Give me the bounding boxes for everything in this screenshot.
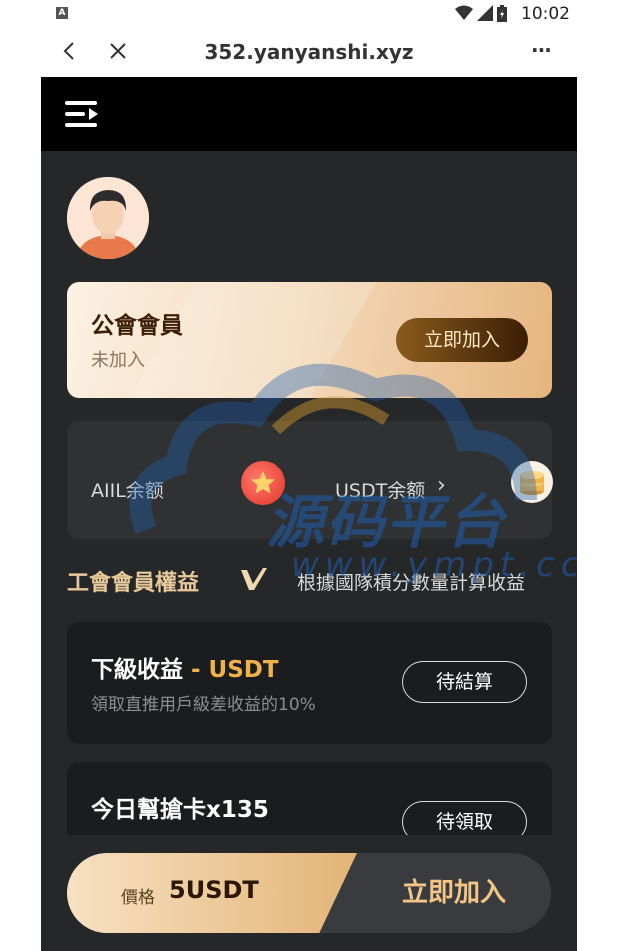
member-status: 未加入	[91, 350, 145, 371]
card-shine	[121, 282, 383, 398]
status-icons	[455, 4, 507, 22]
price-label: 價格	[121, 888, 155, 908]
benefit-card-subordinate-income: 下級收益 - USDT 領取直推用戶級差收益的10% 待結算	[67, 622, 552, 744]
join-now-button[interactable]: 立即加入	[396, 318, 528, 362]
battery-icon	[497, 4, 507, 22]
url-title: 352.yanyanshi.xyz	[204, 40, 414, 64]
left-margin	[0, 0, 41, 951]
phone-screen: A 10:02 352.yanyanshi.xyz ··· 公會會員 未加入 立…	[41, 0, 577, 951]
balance-card: AIIL余额 USDT余额 ›	[67, 421, 553, 539]
app-header	[41, 77, 577, 151]
guild-member-card: 公會會員 未加入 立即加入	[67, 282, 552, 398]
right-margin	[577, 0, 619, 951]
usdt-coin-icon	[511, 461, 553, 503]
signal-icon	[477, 5, 493, 21]
pending-settlement-button[interactable]: 待結算	[402, 661, 527, 703]
notification-icon: A	[56, 7, 68, 19]
user-avatar-icon	[67, 177, 149, 259]
menu-icon[interactable]	[65, 99, 99, 129]
clock: 10:02	[521, 4, 570, 24]
benefit-subtitle: 領取直推用戶級差收益的10%	[91, 695, 316, 715]
more-menu-icon[interactable]: ···	[531, 38, 552, 62]
benefit-title: 今日幫搶卡x135	[91, 797, 269, 823]
aiil-coin-icon	[241, 461, 285, 505]
bottom-join-button[interactable]: 立即加入	[357, 853, 551, 933]
bottom-purchase-bar: 價格 5USDT 立即加入	[41, 835, 577, 951]
benefit-title-text: 下級收益	[91, 657, 183, 683]
member-title: 公會會員	[91, 313, 183, 339]
usdt-balance-label[interactable]: USDT余额	[335, 476, 425, 503]
aiil-balance-label: AIIL余额	[91, 480, 164, 502]
price-section: 價格 5USDT	[67, 853, 357, 933]
status-bar: A 10:02	[41, 0, 577, 28]
benefit-title-accent: - USDT	[183, 657, 279, 683]
purchase-pill: 價格 5USDT 立即加入	[67, 853, 551, 933]
benefits-title: 工會會員權益	[67, 571, 200, 596]
wifi-icon	[455, 5, 473, 20]
price-value: 5USDT	[169, 876, 259, 904]
benefit-title: 下級收益 - USDT	[91, 650, 279, 684]
chevron-right-icon[interactable]: ›	[437, 473, 446, 498]
browser-toolbar: 352.yanyanshi.xyz ···	[41, 28, 577, 77]
benefits-description: 根據國隊積分數量計算收益	[297, 572, 526, 594]
vip-v-icon	[241, 568, 267, 590]
avatar[interactable]	[67, 177, 149, 259]
